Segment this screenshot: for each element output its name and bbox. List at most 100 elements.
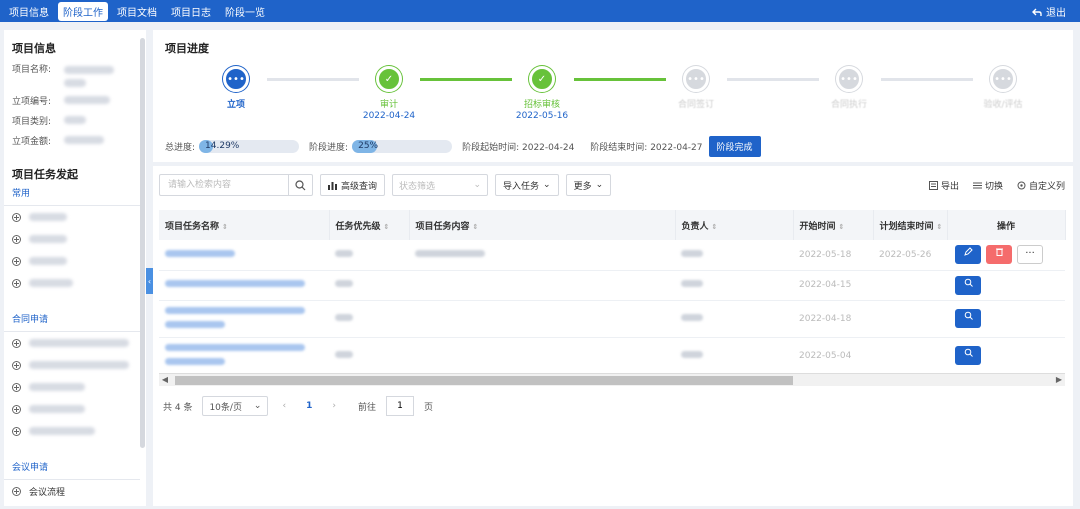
page-size-select[interactable]: 10条/页 ⌄ — [202, 396, 269, 416]
plus-circle-icon — [12, 404, 21, 414]
task-end: 2022-05-26 — [873, 240, 947, 271]
table-horizontal-scrollbar[interactable]: ◀ ▶ — [159, 373, 1065, 386]
ellipsis-icon: ••• — [990, 66, 1016, 92]
step-acceptance[interactable]: ••• 验收/评估 — [958, 66, 1048, 110]
sidebar-item[interactable] — [4, 228, 146, 250]
top-nav: 项目信息 阶段工作 项目文档 项目日志 阶段一览 退出 — [0, 0, 1080, 22]
task-owner — [675, 337, 793, 375]
check-icon: ✓ — [376, 66, 402, 92]
delete-button[interactable] — [986, 245, 1012, 265]
column-header[interactable]: 开始时间 ⇕ — [793, 210, 874, 240]
sidebar-item[interactable] — [4, 420, 146, 442]
goto-page-input[interactable] — [385, 396, 414, 416]
field-label: 立项编号: — [12, 97, 52, 107]
sidebar: 项目信息 项目名称: 立项编号: 项目类别: 立项金额: 项目任务发起 常用 合… — [4, 30, 146, 506]
export-button[interactable]: 导出 — [928, 179, 959, 192]
column-header[interactable]: 负责人 ⇕ — [675, 210, 794, 240]
view-button[interactable] — [955, 309, 981, 328]
tab-stage-overview[interactable]: 阶段一览 — [220, 2, 270, 21]
stage-progress-bar: 25% — [352, 140, 453, 153]
field-value-redacted — [64, 136, 104, 144]
task-panel: 高级查询 状态筛选 ⌄ 导入任务 ⌄ 更多 ⌄ 导出 切换 自定义列 — [153, 166, 1073, 506]
view-button[interactable] — [955, 275, 981, 295]
sidebar-task-title: 项目任务发起 — [12, 168, 78, 181]
scroll-left-icon[interactable]: ◀ — [159, 374, 171, 386]
plus-circle-icon — [12, 212, 21, 222]
table-row: 2022-05-04 — [159, 337, 1065, 375]
column-header[interactable]: 项目任务内容 ⇕ — [409, 210, 676, 240]
task-name-link[interactable] — [159, 300, 329, 338]
search-icon — [295, 179, 306, 190]
field-value-redacted — [64, 116, 86, 124]
task-ops — [947, 270, 1065, 301]
tab-stage-work[interactable]: 阶段工作 — [58, 1, 108, 21]
task-name-link[interactable] — [159, 337, 329, 375]
chevron-down-icon: ⌄ — [473, 180, 482, 190]
custom-columns-button[interactable]: 自定义列 — [1017, 179, 1065, 192]
prev-page-button[interactable]: ‹ — [278, 401, 290, 411]
edit-button[interactable] — [955, 245, 981, 265]
import-task-button[interactable]: 导入任务 ⌄ — [495, 174, 559, 196]
sort-icon: ⇕ — [936, 222, 943, 231]
stage-complete-button[interactable]: 阶段完成 — [708, 136, 761, 157]
sidebar-item-label: 会议流程 — [29, 487, 66, 498]
view-button[interactable] — [955, 346, 981, 365]
tab-project-info[interactable]: 项目信息 — [4, 2, 54, 21]
sidebar-item[interactable] — [4, 332, 146, 354]
total-progress-bar: 14.29% — [199, 140, 300, 153]
tab-project-docs[interactable]: 项目文档 — [112, 2, 162, 21]
logout-button[interactable]: 退出 — [1032, 4, 1066, 19]
next-page-button[interactable]: › — [328, 401, 340, 411]
column-header[interactable]: 项目任务名称 ⇕ — [159, 210, 330, 240]
search-input[interactable] — [160, 175, 288, 195]
search-icon — [964, 348, 973, 357]
column-header[interactable]: 任务优先级 ⇕ — [329, 210, 410, 240]
column-header[interactable]: 计划结束时间 ⇕ — [873, 210, 948, 240]
more-label: 更多 — [573, 181, 592, 192]
status-filter-select[interactable]: 状态筛选 ⌄ — [392, 174, 489, 196]
page-number[interactable]: 1 — [300, 401, 318, 411]
sidebar-item[interactable] — [4, 272, 146, 294]
plus-circle-icon — [12, 426, 21, 436]
collapse-sidebar-button[interactable]: ‹ — [146, 268, 153, 294]
sidebar-item-meeting-flow[interactable]: 会议流程 — [4, 480, 146, 502]
table-row: 2022-05-18 2022-05-26 ··· — [159, 240, 1065, 271]
step-bid-review[interactable]: ✓ 招标审核 2022-05-16 — [497, 66, 587, 121]
stage-progress-label: 阶段进度: — [309, 143, 349, 153]
task-owner — [675, 300, 793, 338]
step-contract-exec[interactable]: ••• 合同执行 — [804, 66, 894, 110]
step-contract-sign[interactable]: ••• 合同签订 — [651, 66, 741, 110]
sort-icon: ⇕ — [222, 222, 228, 231]
task-table: 项目任务名称 ⇕ 任务优先级 ⇕ 项目任务内容 ⇕ 负责人 ⇕ 开始时间 ⇕ 计划结束时间… — [159, 210, 1066, 375]
advanced-search-button[interactable]: 高级查询 — [320, 174, 386, 196]
more-button[interactable]: 更多 ⌄ — [565, 174, 612, 196]
task-start: 2022-04-15 — [793, 270, 873, 301]
step-approval[interactable]: ••• 立项 — [191, 66, 281, 110]
tab-project-log[interactable]: 项目日志 — [166, 2, 216, 21]
more-actions-button[interactable]: ··· — [1017, 245, 1043, 265]
task-end — [873, 300, 947, 338]
scroll-right-icon[interactable]: ▶ — [1053, 374, 1065, 386]
sidebar-item[interactable] — [4, 376, 146, 398]
sidebar-item[interactable] — [4, 250, 146, 272]
switch-button[interactable]: 切换 — [972, 179, 1003, 192]
task-name-link[interactable] — [159, 240, 329, 271]
status-filter-placeholder: 状态筛选 — [399, 181, 436, 192]
step-date: 2022-04-24 — [362, 111, 416, 121]
sidebar-item[interactable] — [4, 206, 146, 228]
group-contract: 合同申请 — [4, 306, 140, 332]
sidebar-info-title: 项目信息 — [12, 42, 56, 55]
sidebar-item[interactable] — [4, 354, 146, 376]
scrollbar-thumb[interactable] — [175, 376, 793, 385]
column-header: 操作 — [947, 210, 1066, 240]
step-audit[interactable]: ✓ 审计 2022-04-24 — [344, 66, 434, 121]
task-name-link[interactable] — [159, 270, 329, 301]
search-button[interactable] — [288, 175, 312, 195]
ellipsis-icon: ••• — [223, 66, 249, 92]
sidebar-scrollbar[interactable] — [140, 38, 145, 448]
task-owner — [675, 270, 793, 301]
pager-total: 共 4 条 — [163, 402, 193, 413]
step-label: 招标审核 — [523, 100, 560, 110]
sidebar-item[interactable] — [4, 398, 146, 420]
field-label: 项目类别: — [12, 117, 52, 127]
